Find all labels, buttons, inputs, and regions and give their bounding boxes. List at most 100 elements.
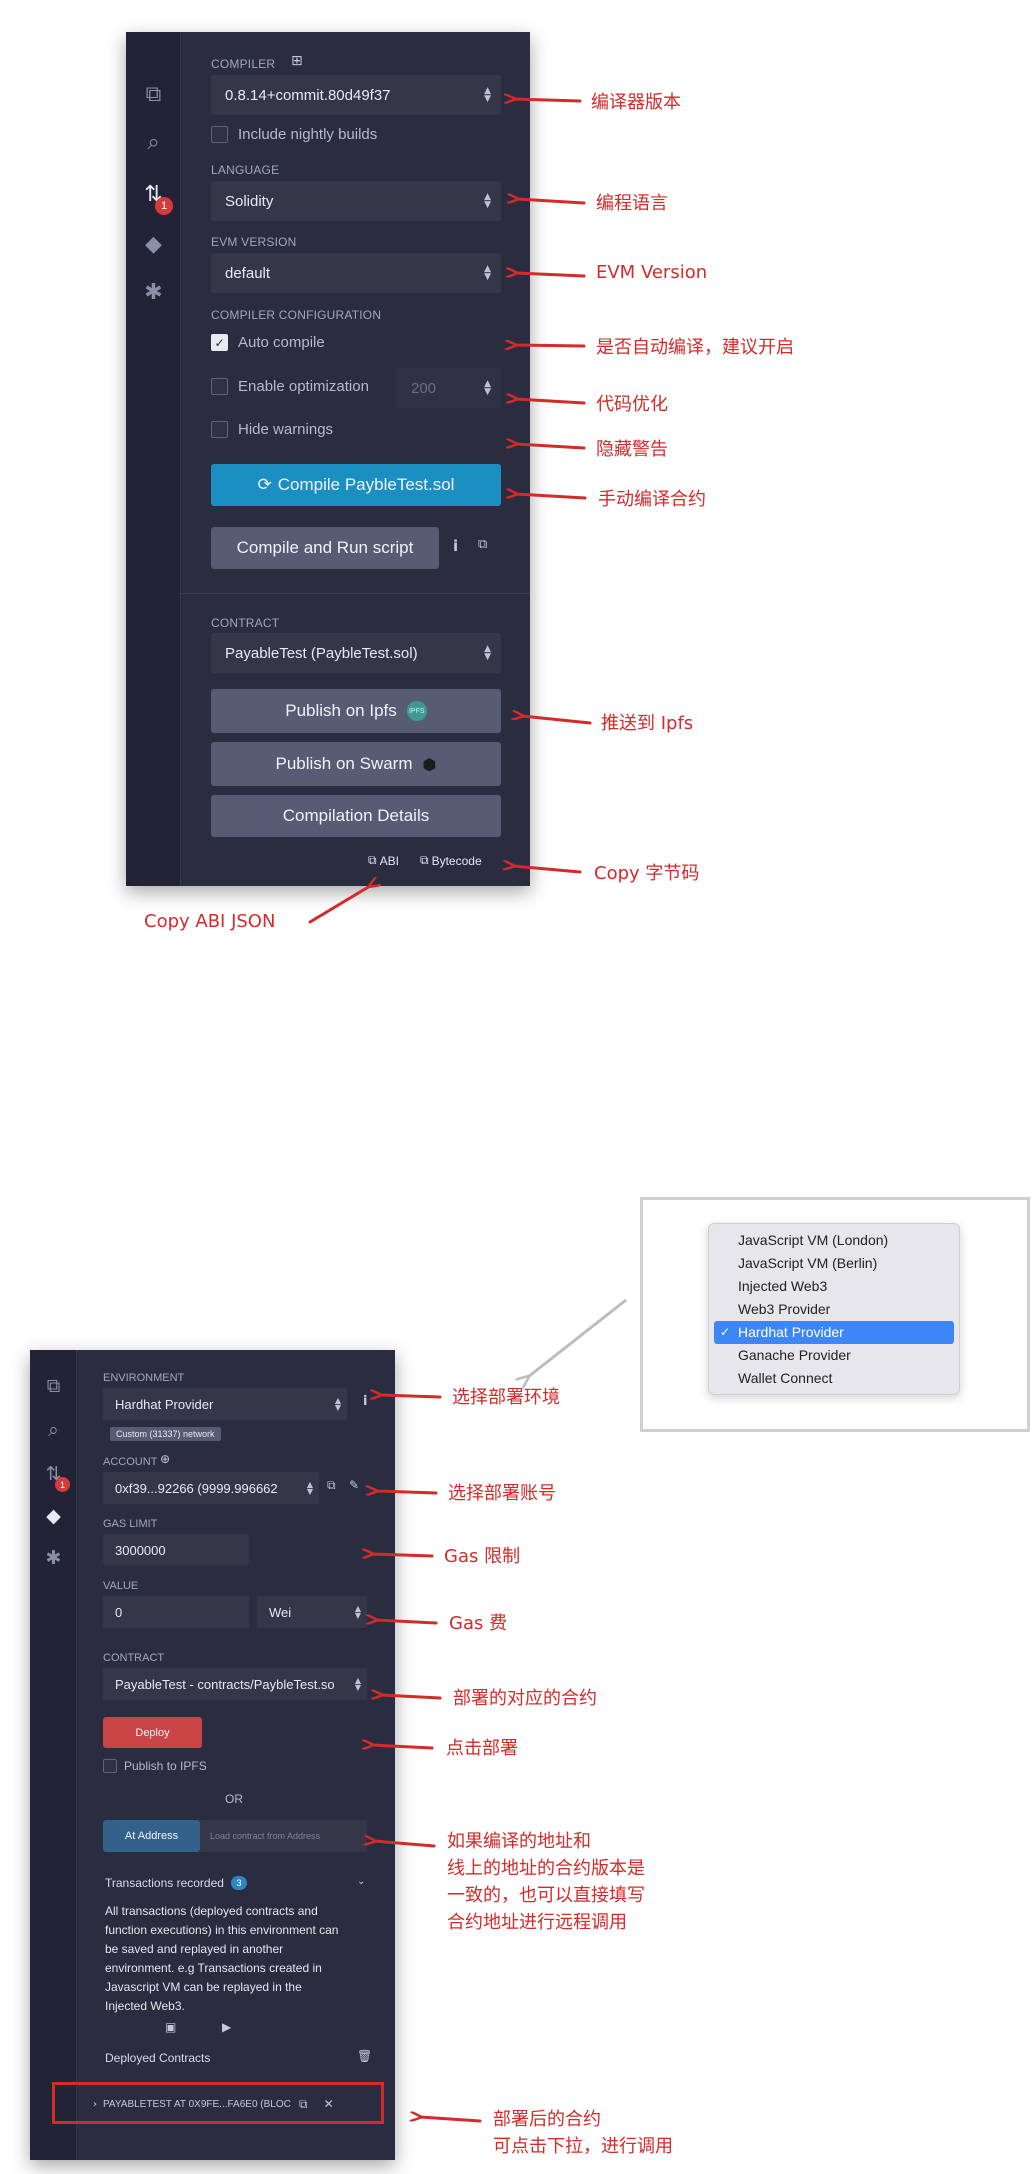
copy-bytecode-button[interactable]: ⧉ Bytecode	[420, 853, 482, 868]
compile-run-script-button[interactable]: Compile and Run script	[211, 527, 439, 569]
info-icon[interactable]: i	[453, 537, 458, 555]
annotation-optimization: 代码优化	[596, 394, 668, 415]
at-address-button[interactable]: At Address	[103, 1820, 200, 1852]
contract-select[interactable]: PayableTest (PaybleTest.sol) ▲ ▼	[211, 633, 501, 673]
publish-to-ipfs-checkbox[interactable]	[103, 1759, 117, 1773]
deploy-content: ENVIRONMENT Hardhat Provider ▲ ▼ i Custom…	[77, 1350, 395, 2160]
include-nightly-checkbox[interactable]	[211, 126, 228, 143]
annotation-evm-version: EVM Version	[596, 262, 708, 283]
chevron-down-icon[interactable]: ⌄	[357, 1876, 365, 1887]
save-icon[interactable]: ▣	[165, 2020, 176, 2034]
evm-version-select[interactable]: default ▲ ▼	[211, 253, 501, 293]
hide-warnings-row[interactable]: Hide warnings	[211, 421, 333, 438]
compiler-version-select[interactable]: 0.8.14+commit.80d49f37 ▲ ▼	[211, 75, 501, 115]
auto-compile-checkbox[interactable]: ✓	[211, 334, 228, 351]
value-unit: Wei	[269, 1604, 292, 1620]
deploy-run-icon[interactable]: ◆	[30, 1502, 77, 1530]
arrow-deployed	[420, 2117, 482, 2123]
menu-item-injected-web3[interactable]: Injected Web3	[714, 1275, 954, 1298]
annotation-publish-ipfs: 推送到 Ipfs	[601, 713, 694, 734]
or-label: OR	[225, 1792, 243, 1806]
copy-icon[interactable]: ⧉	[327, 1478, 336, 1493]
contract-select[interactable]: PayableTest - contracts/PaybleTest.so ▲ ▼	[103, 1668, 367, 1700]
select-arrows-icon: ▲ ▼	[484, 644, 491, 662]
add-account-icon[interactable]: ⊕	[160, 1452, 170, 1466]
trash-icon[interactable]: 🗑	[357, 2049, 372, 2063]
account-select[interactable]: 0xf39...92266 (9999.996662 ▲ ▼	[103, 1472, 319, 1504]
annotation-deployed: 部署后的合约 可点击下拉，进行调用	[493, 2109, 673, 2157]
copy-bytecode-label: Bytecode	[431, 853, 482, 868]
copy-icon[interactable]: ⧉	[478, 537, 487, 552]
menu-item-javascript-vm-berlin[interactable]: JavaScript VM (Berlin)	[714, 1252, 954, 1275]
include-nightly-row[interactable]: Include nightly builds	[211, 126, 377, 143]
select-arrows-icon: ▲ ▼	[334, 1396, 341, 1412]
play-icon[interactable]: ▶	[222, 2020, 231, 2034]
publish-ipfs-button[interactable]: Publish on Ipfs IPFS	[211, 689, 501, 733]
debugger-icon[interactable]: ✱	[126, 276, 181, 308]
menu-item-javascript-vm-london[interactable]: JavaScript VM (London)	[714, 1229, 954, 1252]
add-compiler-icon[interactable]: ⊞	[291, 53, 303, 69]
file-explorer-icon[interactable]: ⧉	[30, 1372, 77, 1400]
compiler-content: COMPILER ⊞ 0.8.14+commit.80d49f37 ▲ ▼ Inc…	[181, 32, 530, 886]
network-tag: Custom (31337) network	[110, 1427, 221, 1441]
select-arrows-icon: ▲ ▼	[352, 1676, 361, 1692]
optimization-runs-input[interactable]: 200 ▲ ▼	[397, 368, 501, 408]
edit-icon[interactable]: ✎	[349, 1478, 359, 1492]
enable-optimization-checkbox[interactable]	[211, 378, 228, 395]
transactions-description: All transactions (deployed contracts and…	[105, 1904, 339, 2013]
menu-item-web3-provider[interactable]: Web3 Provider	[714, 1298, 954, 1321]
auto-compile-label: Auto compile	[238, 334, 325, 351]
deploy-run-icon[interactable]: ◆	[126, 228, 181, 260]
publish-to-ipfs-row[interactable]: Publish to IPFS	[103, 1759, 207, 1773]
copy-icon: ⧉	[368, 853, 377, 867]
arrow-copy-abi	[308, 886, 370, 924]
annotation-at-address: 如果编译的地址和 线上的地址的合约版本是 一致的，也可以直接填写 合约地址进行远…	[447, 1831, 645, 1933]
annotation-language: 编程语言	[596, 193, 668, 214]
gas-limit-value: 3000000	[115, 1542, 166, 1558]
auto-compile-row[interactable]: ✓ Auto compile	[211, 334, 325, 351]
annotation-gas-fee: Gas 费	[449, 1613, 508, 1634]
environment-select[interactable]: Hardhat Provider ▲ ▼	[103, 1388, 347, 1420]
compile-button[interactable]: ⟳ Compile PaybleTest.sol	[211, 464, 501, 506]
evm-version-label: EVM VERSION	[211, 235, 297, 249]
annotation-deploy: 点击部署	[446, 1738, 518, 1759]
at-address-label: At Address	[124, 1830, 179, 1842]
environment-label: ENVIRONMENT	[103, 1372, 185, 1384]
value-input[interactable]: 0	[103, 1596, 249, 1628]
compilation-details-label: Compilation Details	[282, 806, 430, 825]
menu-item-ganache-provider[interactable]: Ganache Provider	[714, 1344, 954, 1367]
value-unit-select[interactable]: Wei ▲ ▼	[257, 1596, 367, 1628]
enable-optimization-row[interactable]: Enable optimization	[211, 378, 369, 395]
value-label: VALUE	[103, 1580, 139, 1592]
hide-warnings-checkbox[interactable]	[211, 421, 228, 438]
notification-badge: 1	[155, 197, 173, 215]
load-address-placeholder: Load contract from Address	[210, 1831, 321, 1841]
select-arrows-icon: ▲ ▼	[484, 86, 491, 104]
annotation-copy-bytecode: Copy 字节码	[594, 863, 700, 884]
select-arrows-icon: ▲ ▼	[303, 1481, 313, 1496]
info-icon[interactable]: i	[363, 1394, 367, 1409]
load-address-input[interactable]: Load contract from Address	[200, 1820, 367, 1852]
account-value: 0xf39...92266 (9999.996662	[115, 1480, 278, 1496]
compilation-details-button[interactable]: Compilation Details	[211, 795, 501, 837]
publish-swarm-button[interactable]: Publish on Swarm ⬢	[211, 742, 501, 786]
annotation-compiler-version: 编译器版本	[591, 92, 681, 113]
icon-sidebar: ⧉ ⌕ ⇅ 1 ◆ ✱	[126, 32, 181, 886]
gas-limit-label: GAS LIMIT	[103, 1518, 158, 1530]
copy-abi-button[interactable]: ⧉ ABI	[368, 853, 399, 868]
language-select[interactable]: Solidity ▲ ▼	[211, 181, 501, 221]
debugger-icon[interactable]: ✱	[30, 1544, 77, 1572]
compiler-label: COMPILER	[211, 57, 276, 71]
select-arrows-icon: ▲ ▼	[484, 264, 491, 282]
search-icon[interactable]: ⌕	[30, 1416, 77, 1444]
transactions-recorded-label[interactable]: Transactions recorded	[105, 1876, 224, 1890]
gas-limit-input[interactable]: 3000000	[103, 1534, 249, 1566]
file-explorer-icon[interactable]: ⧉	[126, 78, 181, 110]
deploy-button[interactable]: Deploy	[103, 1717, 202, 1748]
search-icon[interactable]: ⌕	[126, 126, 181, 158]
menu-item-wallet-connect[interactable]: Wallet Connect	[714, 1367, 954, 1390]
annotation-gas-limit: Gas 限制	[444, 1546, 521, 1567]
menu-item-hardhat-provider[interactable]: ✓ Hardhat Provider	[714, 1321, 954, 1344]
deployed-contract-highlight	[52, 2082, 384, 2124]
compiler-version-value: 0.8.14+commit.80d49f37	[225, 86, 391, 104]
